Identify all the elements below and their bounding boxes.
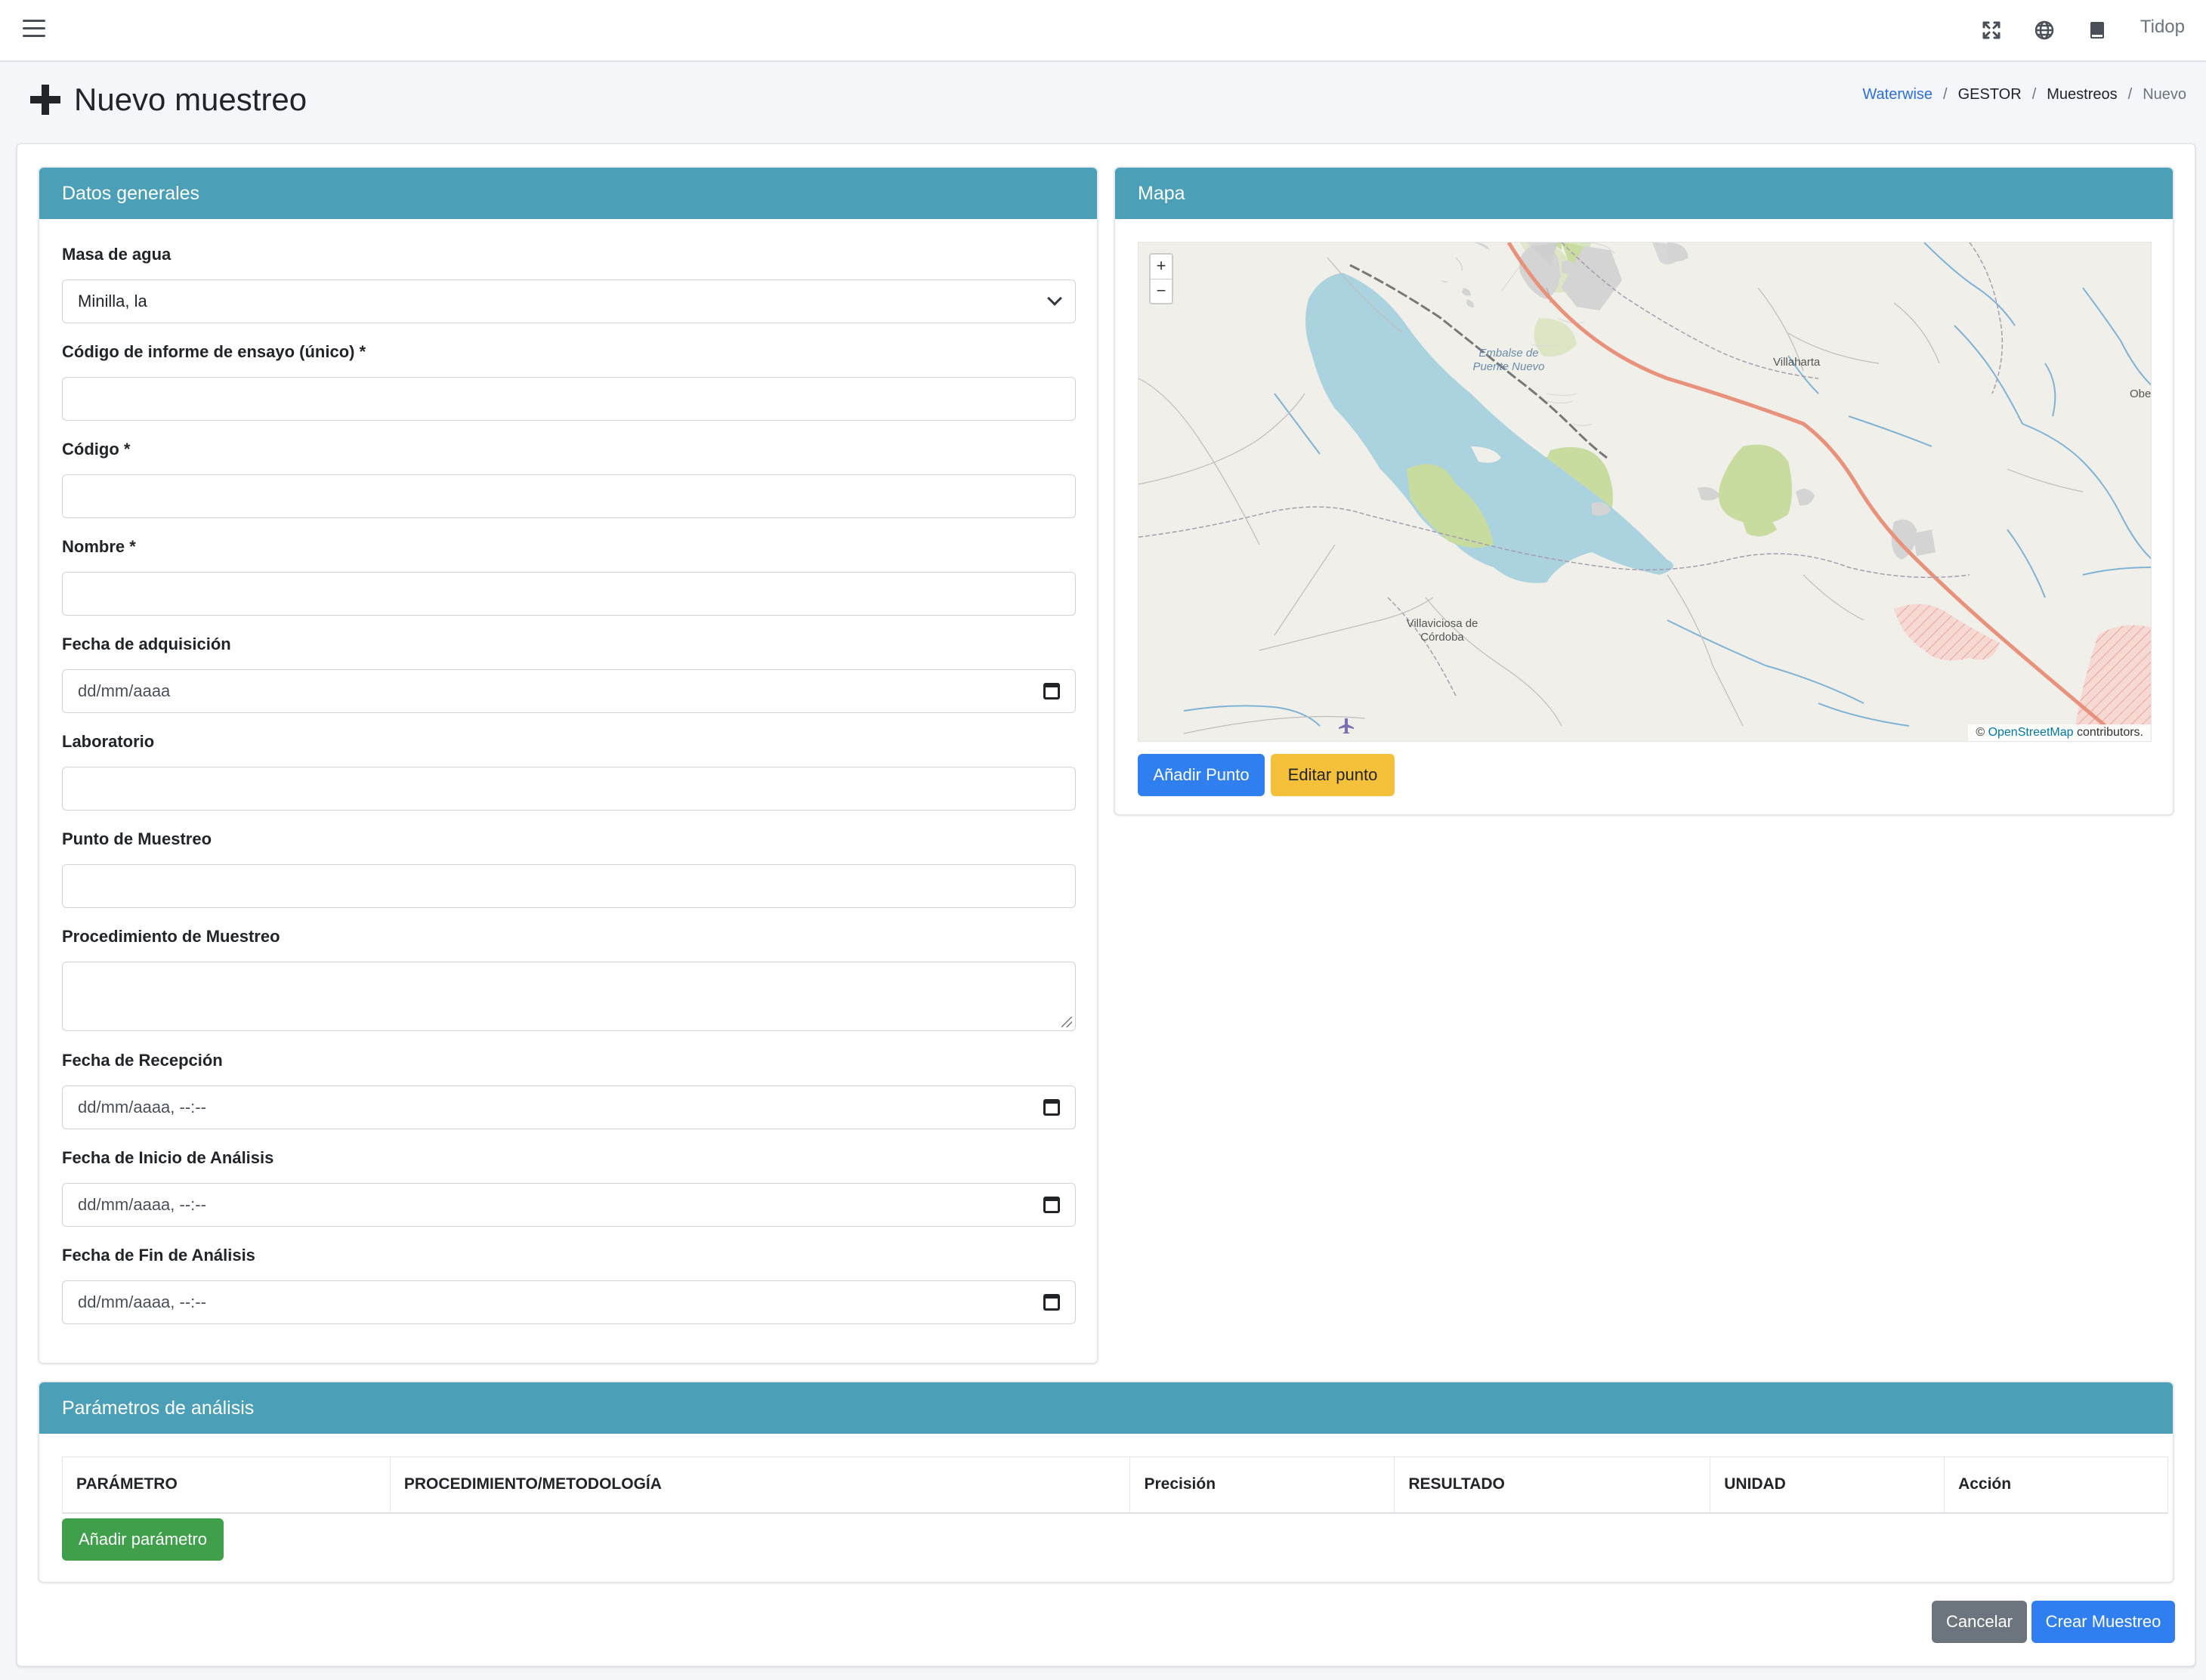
fecha-adquisicion-label: Fecha de adquisición [62, 635, 231, 653]
params-table: PARÁMETRO PROCEDIMIENTO/METODOLOGÍA Prec… [62, 1456, 2168, 1514]
fecha-recepcion-group: Fecha de Recepción dd/mm/aaaa, --:-- [62, 1049, 1076, 1129]
calendar-icon[interactable] [1043, 683, 1060, 699]
nombre-input[interactable] [62, 572, 1076, 616]
codigo-input[interactable] [62, 474, 1076, 518]
punto-muestreo-group: Punto de Muestreo [62, 828, 1076, 908]
create-sampling-button[interactable]: Crear Muestreo [2031, 1601, 2175, 1643]
procedimiento-textarea[interactable] [62, 962, 1076, 1031]
fecha-inicio-value: dd/mm/aaaa, --:-- [78, 1195, 206, 1214]
analysis-params-header: Parámetros de análisis [39, 1382, 2173, 1434]
top-navbar: Tidop [0, 0, 2206, 62]
calendar-icon[interactable] [1043, 1099, 1060, 1116]
add-point-button[interactable]: Añadir Punto [1138, 754, 1265, 796]
fecha-fin-input[interactable]: dd/mm/aaaa, --:-- [62, 1280, 1076, 1324]
fullscreen-icon[interactable] [1979, 18, 2004, 42]
map-attribution: © OpenStreetMap contributors. [1968, 724, 2151, 741]
nombre-group: Nombre * [62, 536, 1076, 616]
map-card: Mapa Embalse de Puente Nuevo Villaharta … [1114, 167, 2174, 815]
fecha-adquisicion-value: dd/mm/aaaa [78, 681, 171, 700]
masa-agua-value: Minilla, la [78, 292, 147, 310]
breadcrumb-waterwise[interactable]: Waterwise [1862, 86, 1933, 103]
nombre-label: Nombre * [62, 537, 136, 556]
zoom-in-button[interactable]: + [1151, 255, 1172, 279]
codigo-informe-input[interactable] [62, 377, 1076, 421]
codigo-informe-label: Código de informe de ensayo (único) * [62, 342, 366, 361]
procedimiento-group: Procedimiento de Muestreo [62, 925, 1076, 1031]
plus-icon [30, 85, 60, 115]
content-header: Nuevo muestreo Waterwise / GESTOR / Mues… [0, 62, 2206, 144]
general-data-card: Datos generales Masa de agua Minilla, la… [39, 167, 1098, 1363]
laboratorio-input[interactable] [62, 767, 1076, 811]
breadcrumb: Waterwise / GESTOR / Muestreos / Nuevo [1862, 86, 2186, 103]
masa-agua-label: Masa de agua [62, 245, 171, 264]
fecha-recepcion-value: dd/mm/aaaa, --:-- [78, 1098, 206, 1116]
book-icon[interactable] [2085, 18, 2109, 42]
fecha-recepcion-label: Fecha de Recepción [62, 1051, 223, 1070]
map-label-reservoir: Embalse de Puente Nuevo [1472, 347, 1545, 373]
fecha-fin-group: Fecha de Fin de Análisis dd/mm/aaaa, --:… [62, 1244, 1076, 1324]
fecha-fin-value: dd/mm/aaaa, --:-- [78, 1292, 206, 1311]
laboratorio-label: Laboratorio [62, 732, 155, 751]
fecha-adquisicion-input[interactable]: dd/mm/aaaa [62, 669, 1076, 713]
col-accion: Acción [1944, 1456, 2168, 1514]
codigo-group: Código * [62, 438, 1076, 518]
add-parameter-button[interactable]: Añadir parámetro [62, 1518, 224, 1561]
fecha-inicio-input[interactable]: dd/mm/aaaa, --:-- [62, 1183, 1076, 1227]
osm-link[interactable]: OpenStreetMap [1988, 726, 2074, 739]
punto-muestreo-label: Punto de Muestreo [62, 829, 212, 848]
edit-point-button[interactable]: Editar punto [1271, 754, 1395, 796]
cancel-button[interactable]: Cancelar [1932, 1601, 2027, 1643]
globe-icon[interactable] [2032, 18, 2056, 42]
col-precision: Precisión [1129, 1456, 1395, 1514]
resize-handle-icon[interactable] [1061, 1017, 1072, 1027]
calendar-icon[interactable] [1043, 1197, 1060, 1213]
map-view[interactable]: Embalse de Puente Nuevo Villaharta Villa… [1138, 242, 2152, 742]
masa-agua-select[interactable]: Minilla, la [62, 279, 1076, 323]
fecha-inicio-group: Fecha de Inicio de Análisis dd/mm/aaaa, … [62, 1147, 1076, 1227]
map-label-villaharta: Villaharta [1773, 356, 1821, 369]
col-procedimiento: PROCEDIMIENTO/METODOLOGÍA [389, 1456, 1131, 1514]
general-data-header: Datos generales [39, 168, 1097, 219]
menu-icon[interactable] [23, 20, 45, 41]
params-table-header-row: PARÁMETRO PROCEDIMIENTO/METODOLOGÍA Prec… [62, 1456, 2168, 1514]
procedimiento-label: Procedimiento de Muestreo [62, 927, 280, 946]
analysis-params-card: Parámetros de análisis PARÁMETRO PROCEDI… [39, 1382, 2174, 1583]
codigo-informe-group: Código de informe de ensayo (único) * [62, 341, 1076, 421]
col-unidad: UNIDAD [1710, 1456, 1945, 1514]
laboratorio-group: Laboratorio [62, 730, 1076, 811]
page-title: Nuevo muestreo [30, 82, 307, 118]
breadcrumb-gestor[interactable]: GESTOR [1958, 86, 2022, 103]
map-header: Mapa [1115, 168, 2173, 219]
map-label-obejo: Obej [2130, 388, 2152, 400]
zoom-out-button[interactable]: − [1151, 279, 1172, 303]
codigo-label: Código * [62, 440, 131, 459]
punto-muestreo-input[interactable] [62, 864, 1076, 908]
main-card: Datos generales Masa de agua Minilla, la… [17, 144, 2195, 1666]
breadcrumb-muestreos[interactable]: Muestreos [2047, 86, 2117, 103]
col-parametro: PARÁMETRO [62, 1456, 391, 1514]
breadcrumb-nuevo: Nuevo [2143, 86, 2186, 103]
masa-agua-group: Masa de agua Minilla, la [62, 243, 1076, 323]
chevron-down-icon [1047, 291, 1062, 306]
calendar-icon[interactable] [1043, 1294, 1060, 1311]
fecha-fin-label: Fecha de Fin de Análisis [62, 1246, 255, 1265]
map-zoom-control: + − [1149, 253, 1173, 304]
fecha-adquisicion-group: Fecha de adquisición dd/mm/aaaa [62, 633, 1076, 713]
user-menu[interactable]: Tidop [2140, 17, 2185, 38]
page-title-text: Nuevo muestreo [74, 82, 307, 117]
fecha-recepcion-input[interactable]: dd/mm/aaaa, --:-- [62, 1086, 1076, 1129]
col-resultado: RESULTADO [1394, 1456, 1711, 1514]
map-tiles [1139, 242, 2151, 734]
map-label-villaviciosa: Villaviciosa de Córdoba [1406, 617, 1478, 644]
fecha-inicio-label: Fecha de Inicio de Análisis [62, 1148, 274, 1167]
